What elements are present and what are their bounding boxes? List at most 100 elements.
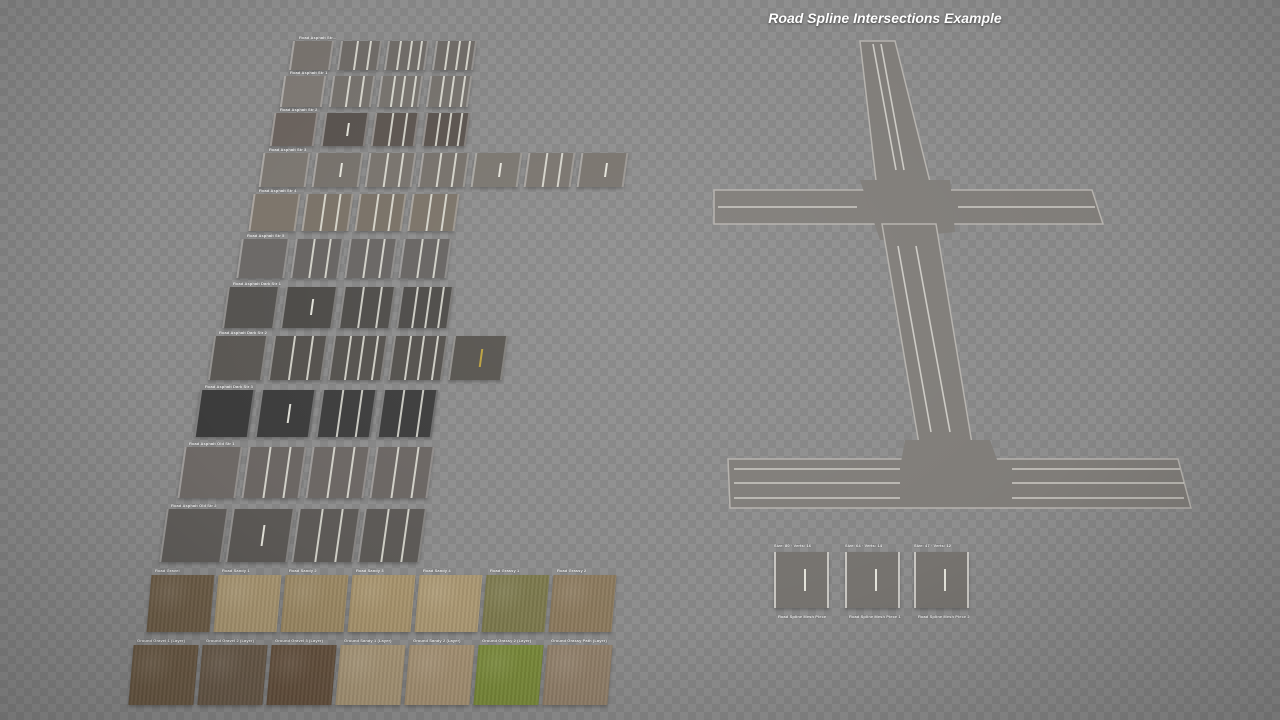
road-tile-icon[interactable] bbox=[301, 194, 354, 231]
surface-tile-icon[interactable] bbox=[414, 575, 483, 632]
spline-mesh-icon[interactable] bbox=[774, 552, 829, 608]
road-tile-icon[interactable] bbox=[241, 447, 307, 498]
lane-marking bbox=[343, 336, 353, 380]
spline-mesh-icon[interactable] bbox=[845, 552, 900, 608]
surface-tile-icon[interactable] bbox=[473, 645, 544, 705]
surface-tile-icon[interactable] bbox=[542, 645, 613, 705]
road-tile-icon[interactable] bbox=[470, 153, 523, 187]
road-tile-icon[interactable] bbox=[576, 153, 629, 187]
level-viewport[interactable]: Road Asphalt Str... Road Asphalt Str 1 Roa… bbox=[0, 0, 1280, 720]
lane-marking bbox=[443, 41, 450, 70]
spline-mesh-icon[interactable] bbox=[914, 552, 969, 608]
lane-marking bbox=[410, 447, 420, 498]
surface-tile-icon[interactable] bbox=[548, 575, 617, 632]
lane-marking bbox=[357, 287, 365, 328]
road-tile-icon[interactable] bbox=[421, 113, 470, 146]
road-tile-icon[interactable] bbox=[431, 41, 477, 70]
road-tile-icon[interactable] bbox=[376, 390, 439, 437]
road-tile-icon[interactable] bbox=[279, 76, 327, 107]
lane-marking bbox=[410, 76, 418, 107]
lane-marking bbox=[335, 390, 345, 437]
lane-marking bbox=[344, 76, 351, 107]
lane-marking bbox=[380, 509, 390, 562]
center-dash bbox=[309, 299, 315, 315]
spline-mesh-label: Road Spline Mesh Piece 1 bbox=[849, 614, 901, 619]
surface-tile-icon[interactable] bbox=[280, 575, 349, 632]
road-row-label: Road Asphalt Old Str 2 bbox=[171, 503, 217, 508]
road-tile-icon[interactable] bbox=[267, 336, 329, 380]
road-tile-icon[interactable] bbox=[311, 153, 364, 187]
road-row-label: Road Asphalt Dark Str 1 bbox=[233, 281, 281, 286]
surface-tile-icon[interactable] bbox=[335, 645, 406, 705]
road-tile-icon[interactable] bbox=[417, 153, 470, 187]
surface-tile-icon[interactable] bbox=[146, 575, 215, 632]
road-row-label: Road Asphalt Str 1 bbox=[290, 70, 328, 75]
road-tile-icon[interactable] bbox=[291, 509, 361, 562]
surface-tile-icon[interactable] bbox=[347, 575, 416, 632]
road-tile-icon[interactable] bbox=[447, 336, 509, 380]
road-tile-icon[interactable] bbox=[376, 76, 424, 107]
road-tile-icon[interactable] bbox=[258, 153, 311, 187]
lane-marking bbox=[346, 447, 356, 498]
surface-tile-label: Road Gravel bbox=[155, 568, 180, 573]
lane-marking bbox=[459, 76, 466, 107]
road-tile-icon[interactable] bbox=[159, 509, 229, 562]
spline-mesh-stats: Size: 80 · Verts: 16 bbox=[774, 543, 812, 548]
road-tile-icon[interactable] bbox=[387, 336, 449, 380]
road-tile-icon[interactable] bbox=[320, 113, 369, 146]
lane-marking bbox=[390, 447, 400, 498]
road-tile-icon[interactable] bbox=[357, 509, 427, 562]
road-tile-icon[interactable] bbox=[177, 447, 243, 498]
lane-marking bbox=[314, 509, 324, 562]
road-tile-icon[interactable] bbox=[280, 287, 338, 328]
road-tile-icon[interactable] bbox=[248, 194, 301, 231]
center-dash bbox=[498, 163, 502, 177]
road-tile-icon[interactable] bbox=[222, 287, 280, 328]
road-tile-icon[interactable] bbox=[193, 390, 256, 437]
road-tile-icon[interactable] bbox=[225, 509, 295, 562]
surface-tile-icon[interactable] bbox=[213, 575, 282, 632]
road-tile-icon[interactable] bbox=[305, 447, 371, 498]
lane-marking bbox=[396, 390, 406, 437]
surface-tile-label: Ground Gravel 3 (Layer) bbox=[275, 638, 324, 643]
road-tile-icon[interactable] bbox=[336, 41, 382, 70]
road-tile-icon[interactable] bbox=[269, 113, 319, 146]
road-tile-icon[interactable] bbox=[254, 390, 317, 437]
road-tile-icon[interactable] bbox=[364, 153, 417, 187]
lane-marking bbox=[403, 336, 413, 380]
lane-marking bbox=[450, 153, 458, 187]
lane-marking bbox=[319, 194, 327, 231]
road-tile-icon[interactable] bbox=[315, 390, 378, 437]
road-tile-icon[interactable] bbox=[425, 76, 472, 107]
road-tile-icon[interactable] bbox=[290, 239, 344, 278]
lane-marking bbox=[435, 153, 443, 187]
lane-marking bbox=[334, 194, 342, 231]
road-tile-icon[interactable] bbox=[344, 239, 398, 278]
surface-tile-icon[interactable] bbox=[266, 645, 337, 705]
lane-marking bbox=[362, 239, 370, 278]
road-tile-icon[interactable] bbox=[398, 239, 452, 278]
surface-tile-icon[interactable] bbox=[481, 575, 550, 632]
road-tile-icon[interactable] bbox=[327, 336, 389, 380]
lane-marking bbox=[262, 447, 272, 498]
road-tile-icon[interactable] bbox=[370, 113, 420, 146]
lane-marking bbox=[352, 41, 359, 70]
road-tile-icon[interactable] bbox=[396, 287, 454, 328]
road-tile-icon[interactable] bbox=[207, 336, 269, 380]
lane-marking bbox=[395, 41, 403, 70]
surface-tile-icon[interactable] bbox=[404, 645, 475, 705]
surface-tile-icon[interactable] bbox=[197, 645, 268, 705]
road-tile-icon[interactable] bbox=[236, 239, 290, 278]
road-tile-icon[interactable] bbox=[354, 194, 407, 231]
road-tile-icon[interactable] bbox=[288, 41, 335, 70]
road-tile-icon[interactable] bbox=[328, 76, 375, 107]
road-tile-icon[interactable] bbox=[369, 447, 435, 498]
road-tile-icon[interactable] bbox=[523, 153, 576, 187]
surface-tile-icon[interactable] bbox=[128, 645, 199, 705]
lane-marking bbox=[448, 76, 455, 107]
surface-tile-label: Ground Gravel 1 (Layer) bbox=[137, 638, 186, 643]
road-tile-icon[interactable] bbox=[383, 41, 430, 70]
lane-marking bbox=[389, 76, 397, 107]
road-tile-icon[interactable] bbox=[407, 194, 460, 231]
road-tile-icon[interactable] bbox=[338, 287, 396, 328]
